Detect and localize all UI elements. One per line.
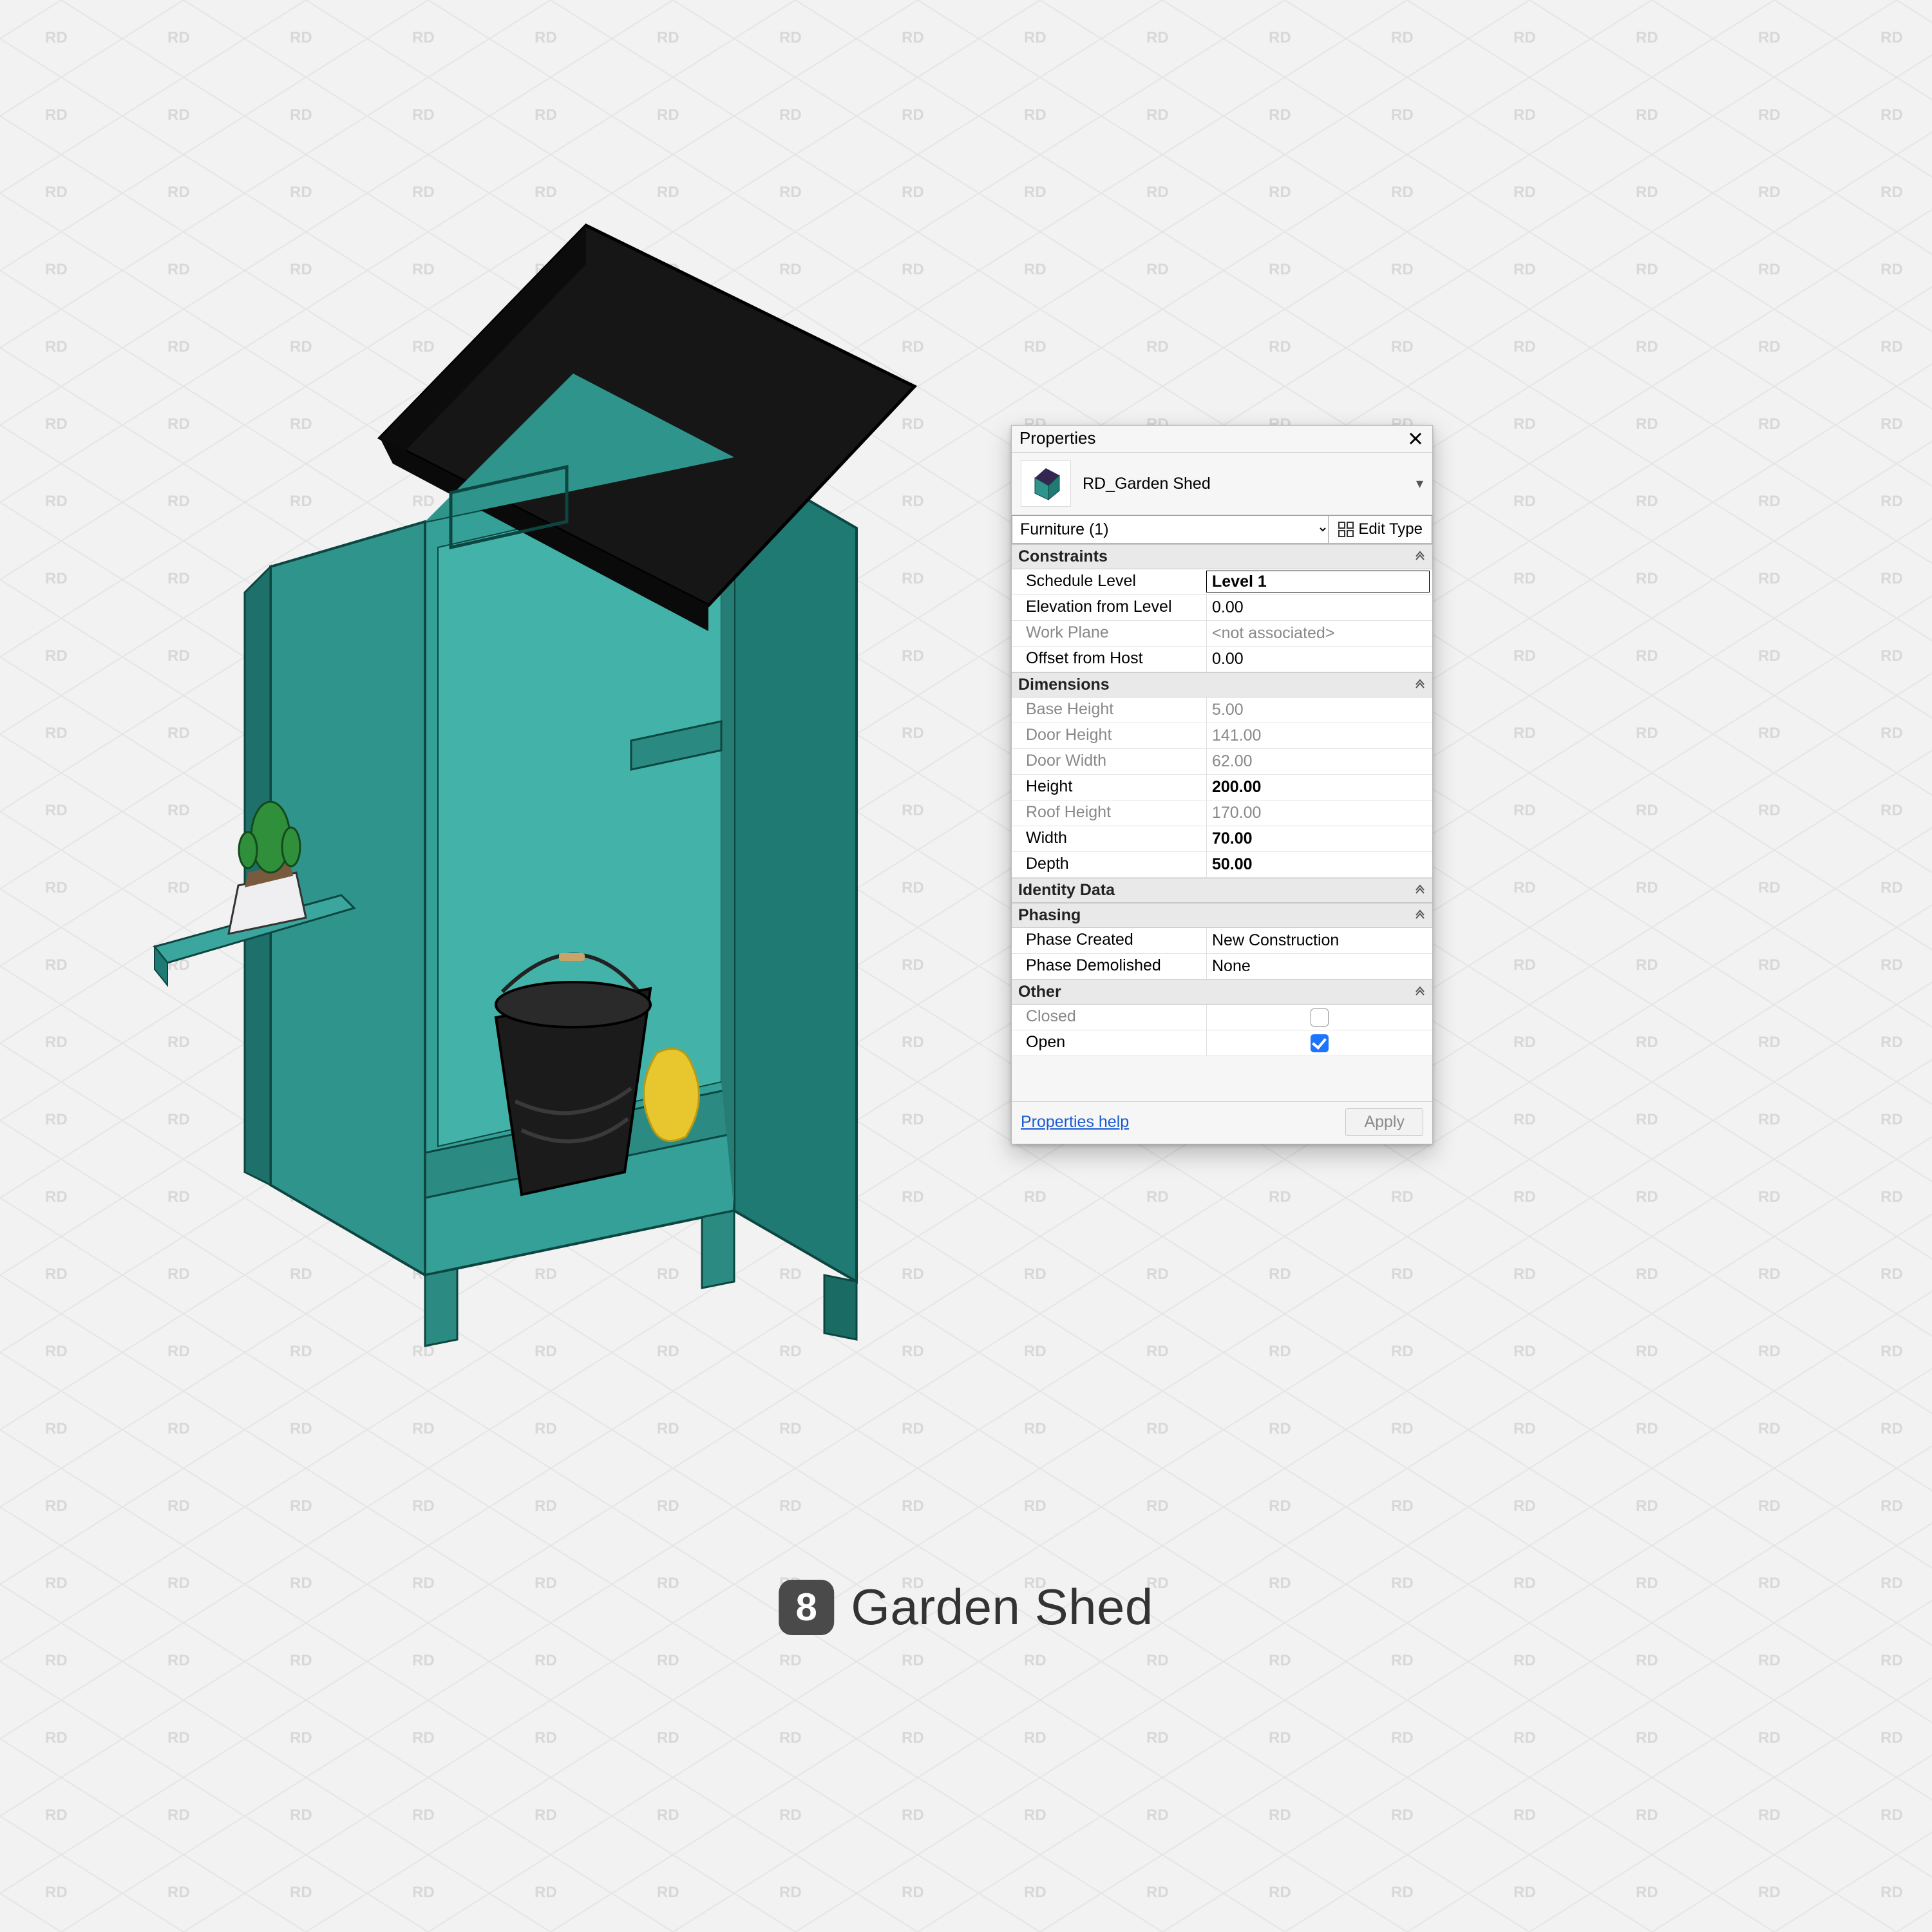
family-name: RD_Garden Shed: [1083, 475, 1405, 493]
group-title: Phasing: [1018, 906, 1081, 925]
edit-type-icon: [1338, 521, 1354, 538]
property-value: None: [1206, 954, 1432, 979]
property-label: Closed: [1012, 1005, 1206, 1030]
property-row: Offset from Host0.00: [1012, 647, 1432, 672]
checkbox-checked[interactable]: [1311, 1034, 1329, 1052]
property-row: Closed: [1012, 1005, 1432, 1030]
property-row: Base Height5.00: [1012, 697, 1432, 723]
property-value: New Construction: [1206, 928, 1432, 953]
property-value: 5.00: [1206, 697, 1432, 723]
property-label: Width: [1012, 826, 1206, 851]
property-label: Offset from Host: [1012, 647, 1206, 672]
property-value[interactable]: 70.00: [1206, 826, 1432, 851]
instance-selector[interactable]: Furniture (1): [1012, 515, 1329, 544]
property-checkbox-cell[interactable]: [1206, 1030, 1432, 1056]
property-row: Phase DemolishedNone: [1012, 954, 1432, 980]
group-header[interactable]: Constraints: [1012, 544, 1432, 569]
family-thumbnail-icon: [1021, 460, 1071, 507]
property-row: Schedule LevelLevel 1: [1012, 569, 1432, 595]
close-icon[interactable]: [1406, 430, 1425, 448]
group-header[interactable]: Dimensions: [1012, 672, 1432, 697]
property-label: Schedule Level: [1012, 569, 1206, 594]
caption: 8 Garden Shed: [779, 1578, 1153, 1636]
group-title: Other: [1018, 983, 1061, 1001]
property-row: Door Width62.00: [1012, 749, 1432, 775]
group-header[interactable]: Other: [1012, 980, 1432, 1005]
property-label: Roof Height: [1012, 800, 1206, 826]
group-header[interactable]: Identity Data: [1012, 878, 1432, 903]
property-row: Width70.00: [1012, 826, 1432, 852]
property-checkbox-cell[interactable]: [1206, 1005, 1432, 1030]
group-title: Identity Data: [1018, 881, 1115, 900]
panel-spacer: [1012, 1056, 1432, 1101]
property-label: Work Plane: [1012, 621, 1206, 646]
properties-help-link[interactable]: Properties help: [1021, 1113, 1129, 1132]
model-viewport: [77, 180, 992, 1404]
property-label: Depth: [1012, 852, 1206, 877]
collapse-icon[interactable]: [1414, 883, 1426, 898]
property-row: Depth50.00: [1012, 852, 1432, 878]
properties-panel: Properties RD_Garden Shed ▾ Furniture (1…: [1011, 425, 1433, 1144]
property-value: <not associated>: [1206, 621, 1432, 646]
property-value: 62.00: [1206, 749, 1432, 774]
property-row: Phase CreatedNew Construction: [1012, 928, 1432, 954]
property-label: Phase Created: [1012, 928, 1206, 953]
dropdown-caret-icon[interactable]: ▾: [1416, 475, 1423, 492]
collapse-icon[interactable]: [1414, 985, 1426, 999]
property-row: Open: [1012, 1030, 1432, 1056]
property-value[interactable]: 0.00: [1206, 647, 1432, 672]
edit-type-label: Edit Type: [1358, 520, 1423, 538]
property-value[interactable]: 50.00: [1206, 852, 1432, 877]
property-value[interactable]: Level 1: [1206, 571, 1430, 592]
apply-button[interactable]: Apply: [1345, 1108, 1423, 1136]
family-header[interactable]: RD_Garden Shed ▾: [1012, 453, 1432, 515]
property-row: Door Height141.00: [1012, 723, 1432, 749]
property-label: Phase Demolished: [1012, 954, 1206, 979]
group-title: Dimensions: [1018, 676, 1110, 694]
property-value: 170.00: [1206, 800, 1432, 826]
edit-type-button[interactable]: Edit Type: [1329, 515, 1432, 544]
property-row: Height200.00: [1012, 775, 1432, 800]
property-label: Elevation from Level: [1012, 595, 1206, 620]
property-row: Work Plane<not associated>: [1012, 621, 1432, 647]
property-label: Door Height: [1012, 723, 1206, 748]
checkbox[interactable]: [1311, 1009, 1329, 1027]
panel-titlebar[interactable]: Properties: [1012, 426, 1432, 453]
collapse-icon[interactable]: [1414, 908, 1426, 923]
group-header[interactable]: Phasing: [1012, 903, 1432, 928]
property-value: 141.00: [1206, 723, 1432, 748]
property-label: Open: [1012, 1030, 1206, 1056]
collapse-icon[interactable]: [1414, 677, 1426, 692]
collapse-icon[interactable]: [1414, 549, 1426, 564]
property-row: Elevation from Level0.00: [1012, 595, 1432, 621]
panel-title: Properties: [1019, 428, 1096, 448]
property-value[interactable]: 0.00: [1206, 595, 1432, 620]
property-row: Roof Height170.00: [1012, 800, 1432, 826]
caption-index-badge: 8: [779, 1580, 834, 1635]
property-label: Door Width: [1012, 749, 1206, 774]
property-value[interactable]: 200.00: [1206, 775, 1432, 800]
property-label: Height: [1012, 775, 1206, 800]
property-label: Base Height: [1012, 697, 1206, 723]
group-title: Constraints: [1018, 547, 1108, 566]
caption-label: Garden Shed: [851, 1578, 1153, 1636]
